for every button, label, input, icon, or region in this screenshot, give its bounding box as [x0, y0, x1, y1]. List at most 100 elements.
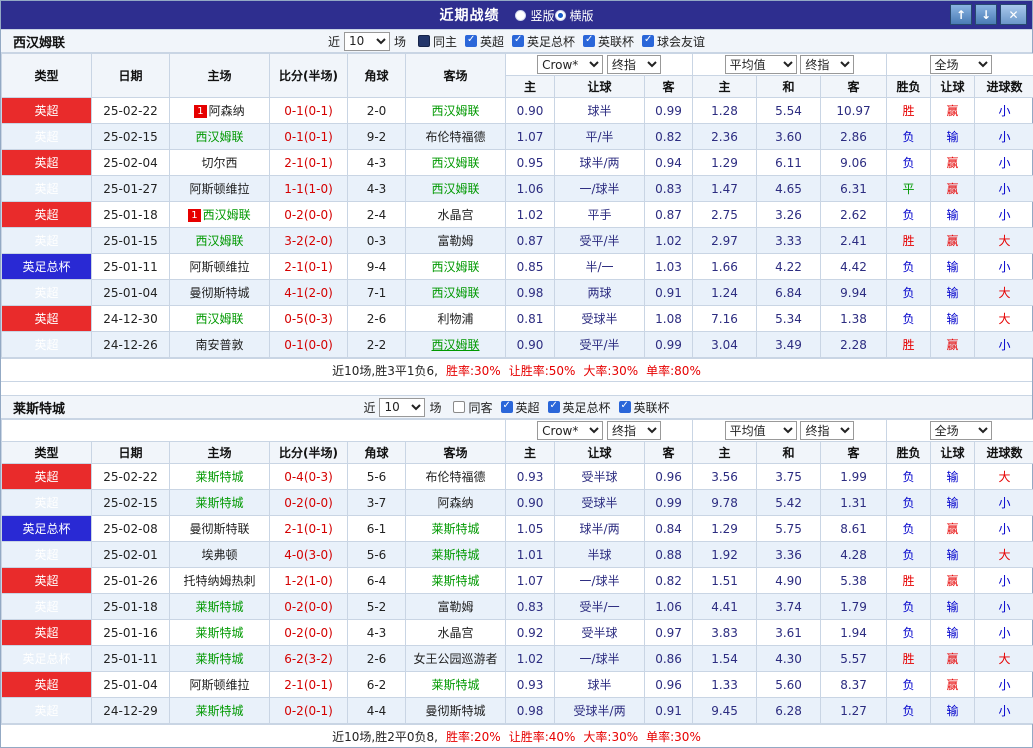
away-team-cell[interactable]: 富勒姆: [406, 228, 506, 254]
home-team-cell[interactable]: 1阿森纳: [170, 98, 270, 124]
handicap-result-cell: 赢: [931, 332, 975, 358]
away-team-cell[interactable]: 西汉姆联: [406, 176, 506, 202]
home-team-name: 托特纳姆热刺: [183, 574, 255, 588]
home-team-cell[interactable]: 1西汉姆联: [170, 202, 270, 228]
away-team-cell[interactable]: 水晶宫: [406, 620, 506, 646]
filter-checkbox[interactable]: 英联杯: [619, 399, 670, 416]
score-cell: 0-1(0-0): [270, 332, 348, 358]
layout-radio[interactable]: 横版: [555, 7, 594, 24]
away-team-cell[interactable]: 富勒姆: [406, 594, 506, 620]
home-team-cell[interactable]: 切尔西: [170, 150, 270, 176]
close-button[interactable]: ✕: [1000, 4, 1027, 25]
handicap-result-cell: 赢: [931, 176, 975, 202]
date-cell: 25-01-15: [92, 228, 170, 254]
avg-time-select[interactable]: 终指: [800, 55, 854, 74]
recent-count-select[interactable]: 10: [379, 398, 425, 417]
home-team-cell[interactable]: 曼彻斯特联: [170, 516, 270, 542]
home-team-cell[interactable]: 莱斯特城: [170, 594, 270, 620]
avg-time-select[interactable]: 终指: [800, 421, 854, 440]
goals-cell: 小: [975, 254, 1033, 280]
filter-checkbox[interactable]: 球会友谊: [642, 33, 705, 50]
away-team-cell[interactable]: 阿森纳: [406, 490, 506, 516]
away-team-cell[interactable]: 女王公园巡游者: [406, 646, 506, 672]
away-team-cell[interactable]: 西汉姆联: [406, 98, 506, 124]
goals-cell: 小: [975, 620, 1033, 646]
avg-draw-cell: 6.84: [757, 280, 821, 306]
filter-checkbox[interactable]: 英足总杯: [548, 399, 611, 416]
avg-away-cell: 9.94: [821, 280, 887, 306]
odds-time-select[interactable]: 终指: [607, 421, 661, 440]
odds-time-select[interactable]: 终指: [607, 55, 661, 74]
away-team-cell[interactable]: 水晶宫: [406, 202, 506, 228]
score-cell: 2-1(0-1): [270, 254, 348, 280]
col-header-home: 主场: [170, 54, 270, 98]
scroll-down-button[interactable]: ↓: [975, 4, 997, 25]
layout-radio[interactable]: 竖版: [515, 7, 554, 24]
avg-select[interactable]: 平均值: [725, 421, 797, 440]
league-cell: 英超: [2, 672, 92, 698]
away-team-cell[interactable]: 莱斯特城: [406, 672, 506, 698]
match-row: 英超24-12-30西汉姆联0-5(0-3)2-6利物浦0.81受球半1.087…: [2, 306, 1033, 332]
filter-checkbox[interactable]: 英联杯: [583, 33, 634, 50]
filter-checkbox[interactable]: 同主: [418, 33, 457, 50]
home-team-cell[interactable]: 曼彻斯特城: [170, 280, 270, 306]
away-team-cell[interactable]: 布伦特福德: [406, 124, 506, 150]
home-team-cell[interactable]: 阿斯顿维拉: [170, 672, 270, 698]
scroll-up-button[interactable]: ↑: [950, 4, 972, 25]
home-team-cell[interactable]: 西汉姆联: [170, 306, 270, 332]
scope-select[interactable]: 全场: [930, 421, 992, 440]
away-team-cell[interactable]: 西汉姆联: [406, 332, 506, 358]
avg-draw-cell: 5.54: [757, 98, 821, 124]
away-team-cell[interactable]: 西汉姆联: [406, 254, 506, 280]
home-team-cell[interactable]: 莱斯特城: [170, 620, 270, 646]
home-team-cell[interactable]: 西汉姆联: [170, 228, 270, 254]
score-cell: 6-2(3-2): [270, 646, 348, 672]
away-team-cell[interactable]: 莱斯特城: [406, 568, 506, 594]
home-team-cell[interactable]: 阿斯顿维拉: [170, 176, 270, 202]
avg-home-cell: 9.45: [693, 698, 757, 724]
away-team-cell[interactable]: 西汉姆联: [406, 280, 506, 306]
away-team-cell[interactable]: 西汉姆联: [406, 150, 506, 176]
avg-home-cell: 1.29: [693, 150, 757, 176]
odds-home-cell: 1.06: [506, 176, 555, 202]
home-team-cell[interactable]: 埃弗顿: [170, 542, 270, 568]
match-row: 英超25-01-27阿斯顿维拉1-1(1-0)4-3西汉姆联1.06一/球半0.…: [2, 176, 1033, 202]
odds-home-cell: 0.98: [506, 698, 555, 724]
filter-checkbox[interactable]: 英超: [465, 33, 504, 50]
away-team-cell[interactable]: 曼彻斯特城: [406, 698, 506, 724]
league-cell: 英超: [2, 698, 92, 724]
home-team-cell[interactable]: 阿斯顿维拉: [170, 254, 270, 280]
home-team-cell[interactable]: 托特纳姆热刺: [170, 568, 270, 594]
away-team-cell[interactable]: 利物浦: [406, 306, 506, 332]
filter-checkbox[interactable]: 英足总杯: [512, 33, 575, 50]
col-header-avg-draw: 和: [757, 442, 821, 464]
away-team-cell[interactable]: 莱斯特城: [406, 542, 506, 568]
odds-company-select[interactable]: Crow*: [537, 421, 603, 440]
recent-count-select[interactable]: 10: [344, 32, 390, 51]
handicap-cell: 两球: [555, 280, 645, 306]
odds-company-select[interactable]: Crow*: [537, 55, 603, 74]
col-header-goals: 进球数: [975, 76, 1033, 98]
home-team-cell[interactable]: 西汉姆联: [170, 124, 270, 150]
col-header-handicap-result: 让球: [931, 442, 975, 464]
summary-record: 近10场,胜3平1负6,: [332, 362, 438, 379]
avg-select[interactable]: 平均值: [725, 55, 797, 74]
away-team-cell[interactable]: 布伦特福德: [406, 464, 506, 490]
avg-home-cell: 7.16: [693, 306, 757, 332]
avg-draw-cell: 4.65: [757, 176, 821, 202]
filter-checkbox[interactable]: 同客: [453, 399, 492, 416]
home-team-cell[interactable]: 莱斯特城: [170, 490, 270, 516]
away-team-cell[interactable]: 莱斯特城: [406, 516, 506, 542]
scope-select[interactable]: 全场: [930, 55, 992, 74]
match-row: 英超25-02-22莱斯特城0-4(0-3)5-6布伦特福德0.93受半球0.9…: [2, 464, 1033, 490]
odds-home-cell: 1.07: [506, 124, 555, 150]
odds-home-cell: 0.93: [506, 464, 555, 490]
home-team-cell[interactable]: 莱斯特城: [170, 646, 270, 672]
home-team-name: 南安普敦: [195, 338, 243, 352]
home-team-cell[interactable]: 南安普敦: [170, 332, 270, 358]
filter-checkbox[interactable]: 英超: [501, 399, 540, 416]
home-team-cell[interactable]: 莱斯特城: [170, 464, 270, 490]
home-team-cell[interactable]: 莱斯特城: [170, 698, 270, 724]
col-header-handicap-result: 让球: [931, 76, 975, 98]
avg-home-cell: 2.75: [693, 202, 757, 228]
